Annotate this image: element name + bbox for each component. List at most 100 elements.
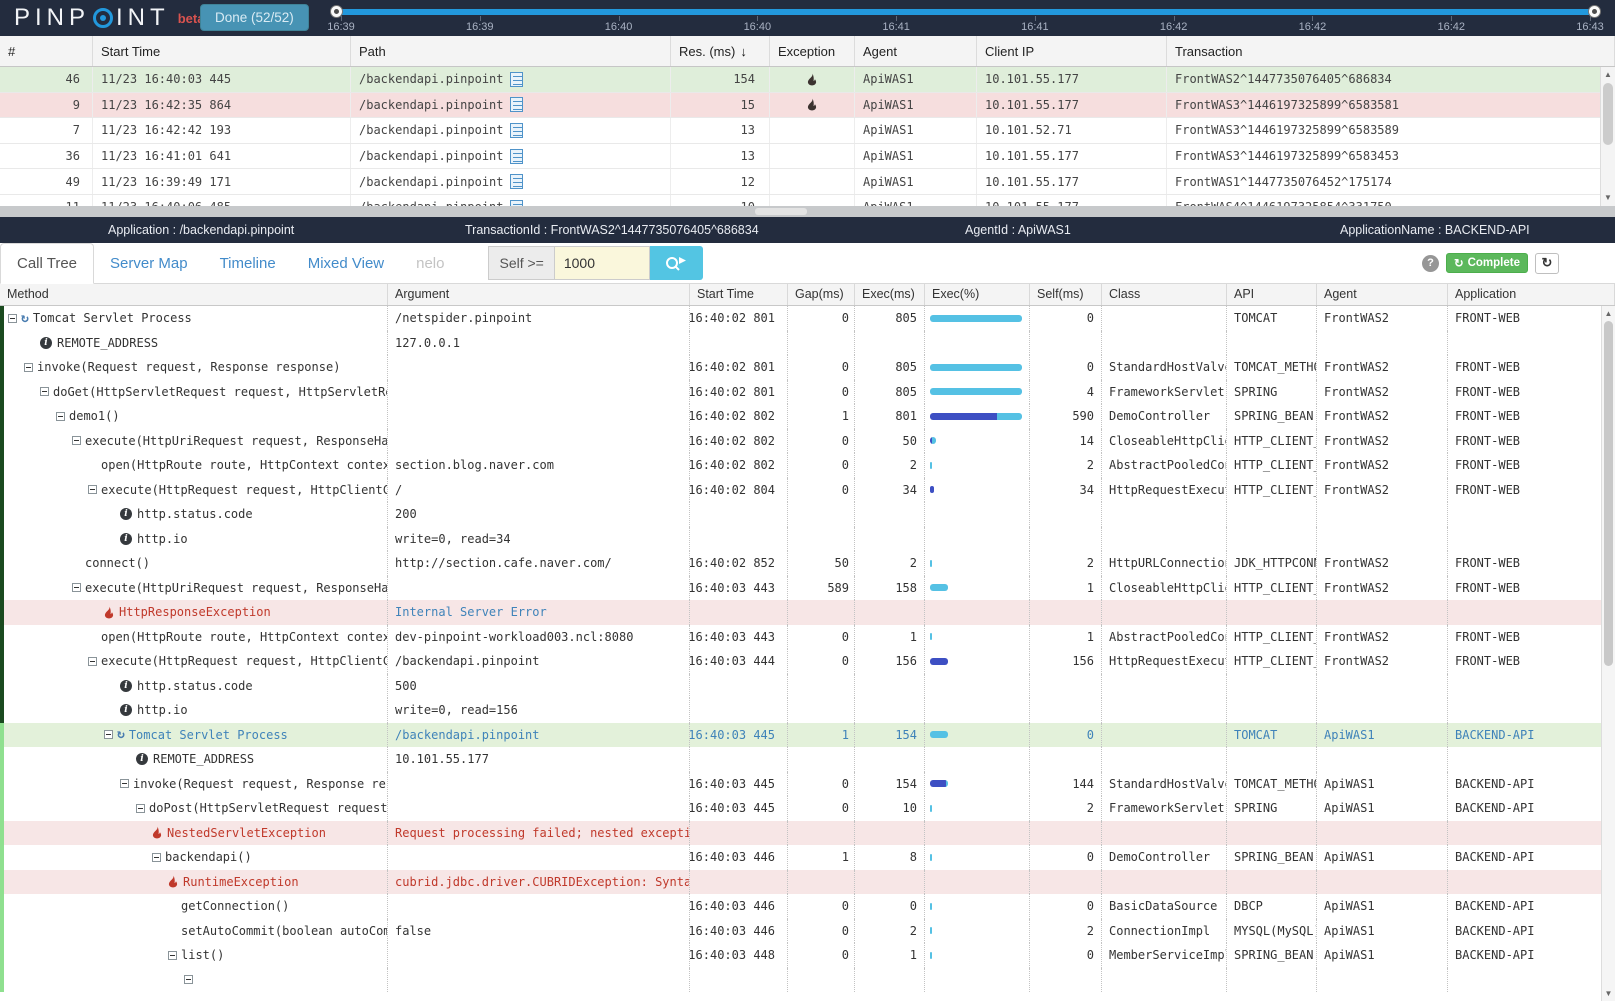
tab-timeline[interactable]: Timeline bbox=[204, 245, 292, 282]
calltree-row[interactable] bbox=[0, 968, 1615, 993]
detail-document-icon[interactable] bbox=[510, 123, 523, 138]
calltree-row[interactable]: doPost(HttpServletRequest request, HttpS… bbox=[0, 796, 1615, 821]
transaction-row[interactable]: 711/23 16:42:42 193/backendapi.pinpoint1… bbox=[0, 118, 1615, 144]
calltree-row[interactable]: doGet(HttpServletRequest request, HttpSe… bbox=[0, 380, 1615, 405]
reload-button[interactable]: ↻ bbox=[1535, 253, 1559, 274]
info-icon: i bbox=[120, 704, 132, 716]
collapse-toggle-icon[interactable] bbox=[136, 804, 145, 813]
collapse-toggle-icon[interactable] bbox=[72, 436, 81, 445]
calltree-row[interactable]: execute(HttpRequest request, HttpClientC… bbox=[0, 649, 1615, 674]
transaction-row[interactable]: 4611/23 16:40:03 445/backendapi.pinpoint… bbox=[0, 67, 1615, 93]
calltree-exec-ms: 50 bbox=[855, 429, 925, 454]
tab-server-map[interactable]: Server Map bbox=[94, 245, 204, 282]
transaction-row[interactable]: 1111/23 16:40:06 485/backendapi.pinpoint… bbox=[0, 195, 1615, 206]
tab-mixed-view[interactable]: Mixed View bbox=[292, 245, 400, 282]
collapse-toggle-icon[interactable] bbox=[72, 583, 81, 592]
calltree-start-time: 16:40:03 446 bbox=[690, 894, 788, 919]
calltree-row[interactable]: open(HttpRoute route, HttpContext contex… bbox=[0, 625, 1615, 650]
calltree-row[interactable]: open(HttpRoute route, HttpContext contex… bbox=[0, 453, 1615, 478]
column-header-path[interactable]: Path bbox=[351, 36, 671, 66]
collapse-toggle-icon[interactable] bbox=[104, 730, 113, 739]
column-header-start-time[interactable]: Start Time bbox=[93, 36, 351, 66]
child-time-bar-segment bbox=[930, 364, 1022, 371]
detail-document-icon[interactable] bbox=[510, 149, 523, 164]
transaction-client-ip: 10.101.52.71 bbox=[977, 118, 1167, 143]
time-slider-left-handle[interactable] bbox=[330, 5, 343, 18]
collapse-toggle-icon[interactable] bbox=[168, 951, 177, 960]
collapse-toggle-icon[interactable] bbox=[88, 485, 97, 494]
calltree-row[interactable]: NestedServletExceptionRequest processing… bbox=[0, 821, 1615, 846]
detail-document-icon[interactable] bbox=[510, 97, 523, 112]
calltree-row[interactable]: connect()http://section.cafe.naver.com/1… bbox=[0, 551, 1615, 576]
collapse-toggle-icon[interactable] bbox=[184, 975, 193, 984]
calltree-row[interactable]: invoke(Request request, Response respons… bbox=[0, 772, 1615, 797]
column-header-#[interactable]: # bbox=[0, 36, 93, 66]
detail-document-icon[interactable] bbox=[510, 72, 523, 87]
scroll-down-icon[interactable]: ▼ bbox=[1602, 987, 1615, 1000]
calltree-row[interactable]: RuntimeExceptioncubrid.jdbc.driver.CUBRI… bbox=[0, 870, 1615, 895]
calltree-row[interactable]: backendapi()16:40:03 446180DemoControlle… bbox=[0, 845, 1615, 870]
calltree-gap-ms: 1 bbox=[788, 845, 855, 870]
calltree-agent: FrontWAS2 bbox=[1317, 306, 1448, 331]
time-slider-right-handle[interactable] bbox=[1588, 5, 1601, 18]
transaction-row[interactable]: 911/23 16:42:35 864/backendapi.pinpoint1… bbox=[0, 93, 1615, 119]
scroll-up-icon[interactable]: ▲ bbox=[1601, 68, 1615, 82]
self-filter-input[interactable] bbox=[555, 246, 650, 280]
transactions-vertical-scrollbar[interactable]: ▲ ▼ bbox=[1600, 67, 1615, 206]
calltree-row[interactable]: invoke(Request request, Response respons… bbox=[0, 355, 1615, 380]
column-header-exception[interactable]: Exception bbox=[770, 36, 855, 66]
calltree-exec-ms: 805 bbox=[855, 306, 925, 331]
transaction-response-ms: 12 bbox=[671, 169, 770, 194]
done-button[interactable]: Done (52/52) bbox=[200, 4, 309, 31]
collapse-toggle-icon[interactable] bbox=[120, 779, 129, 788]
transaction-row[interactable]: 4911/23 16:39:49 171/backendapi.pinpoint… bbox=[0, 169, 1615, 195]
calltree-row[interactable]: ihttp.status.code500 bbox=[0, 674, 1615, 699]
calltree-agent: FrontWAS2 bbox=[1317, 404, 1448, 429]
transaction-row[interactable]: 3611/23 16:41:01 641/backendapi.pinpoint… bbox=[0, 144, 1615, 170]
calltree-row[interactable]: iREMOTE_ADDRESS10.101.55.177 bbox=[0, 747, 1615, 772]
scroll-down-icon[interactable]: ▼ bbox=[1601, 191, 1615, 205]
calltree-class bbox=[1102, 527, 1227, 552]
calltree-application: BACKEND-API bbox=[1448, 845, 1615, 870]
horizontal-scroll-thumb[interactable] bbox=[755, 208, 807, 215]
calltree-start-time: 16:40:03 446 bbox=[690, 919, 788, 944]
calltree-vertical-scrollbar[interactable]: ▲ ▼ bbox=[1601, 306, 1615, 1001]
calltree-exec-ms: 2 bbox=[855, 453, 925, 478]
scroll-up-icon[interactable]: ▲ bbox=[1602, 307, 1615, 320]
collapse-toggle-icon[interactable] bbox=[24, 363, 33, 372]
collapse-toggle-icon[interactable] bbox=[40, 387, 49, 396]
collapse-toggle-icon[interactable] bbox=[8, 314, 17, 323]
column-header-client-ip[interactable]: Client IP bbox=[977, 36, 1167, 66]
transactions-horizontal-scrollbar[interactable] bbox=[0, 206, 1615, 217]
calltree-row[interactable]: setAutoCommit(boolean autoCommitFlag)fal… bbox=[0, 919, 1615, 944]
info-icon: i bbox=[120, 680, 132, 692]
calltree-row[interactable]: HttpResponseExceptionInternal Server Err… bbox=[0, 600, 1615, 625]
calltree-scroll-thumb[interactable] bbox=[1604, 321, 1613, 666]
calltree-row[interactable]: ihttp.status.code200 bbox=[0, 502, 1615, 527]
tab-call-tree[interactable]: Call Tree bbox=[0, 243, 94, 284]
calltree-row[interactable]: demo1()16:40:02 8021801590DemoController… bbox=[0, 404, 1615, 429]
method-label: list() bbox=[181, 948, 224, 962]
collapse-toggle-icon[interactable] bbox=[56, 412, 65, 421]
calltree-row[interactable]: ihttp.iowrite=0, read=34 bbox=[0, 527, 1615, 552]
calltree-row[interactable]: getConnection()16:40:03 446000BasicDataS… bbox=[0, 894, 1615, 919]
column-header-res-ms-[interactable]: Res. (ms)↓ bbox=[671, 36, 770, 66]
calltree-row[interactable]: ↻Tomcat Servlet Process/netspider.pinpoi… bbox=[0, 306, 1615, 331]
calltree-row[interactable]: ↻Tomcat Servlet Process/backendapi.pinpo… bbox=[0, 723, 1615, 748]
search-button[interactable] bbox=[650, 246, 703, 280]
collapse-toggle-icon[interactable] bbox=[152, 853, 161, 862]
transactions-scroll-thumb[interactable] bbox=[1603, 83, 1613, 145]
detail-document-icon[interactable] bbox=[510, 174, 523, 189]
calltree-row[interactable]: execute(HttpRequest request, HttpClientC… bbox=[0, 478, 1615, 503]
exec-time-bar bbox=[930, 584, 948, 591]
calltree-row[interactable]: list()16:40:03 448010MemberServiceImplSP… bbox=[0, 943, 1615, 968]
calltree-row[interactable]: execute(HttpUriRequest request, Response… bbox=[0, 576, 1615, 601]
calltree-row[interactable]: ihttp.iowrite=0, read=156 bbox=[0, 698, 1615, 723]
calltree-row[interactable]: iREMOTE_ADDRESS127.0.0.1 bbox=[0, 331, 1615, 356]
help-icon[interactable]: ? bbox=[1422, 255, 1439, 272]
complete-button[interactable]: ↻ Complete bbox=[1446, 253, 1528, 273]
collapse-toggle-icon[interactable] bbox=[88, 657, 97, 666]
column-header-transaction[interactable]: Transaction bbox=[1167, 36, 1615, 66]
column-header-agent[interactable]: Agent bbox=[855, 36, 977, 66]
calltree-row[interactable]: execute(HttpUriRequest request, Response… bbox=[0, 429, 1615, 454]
